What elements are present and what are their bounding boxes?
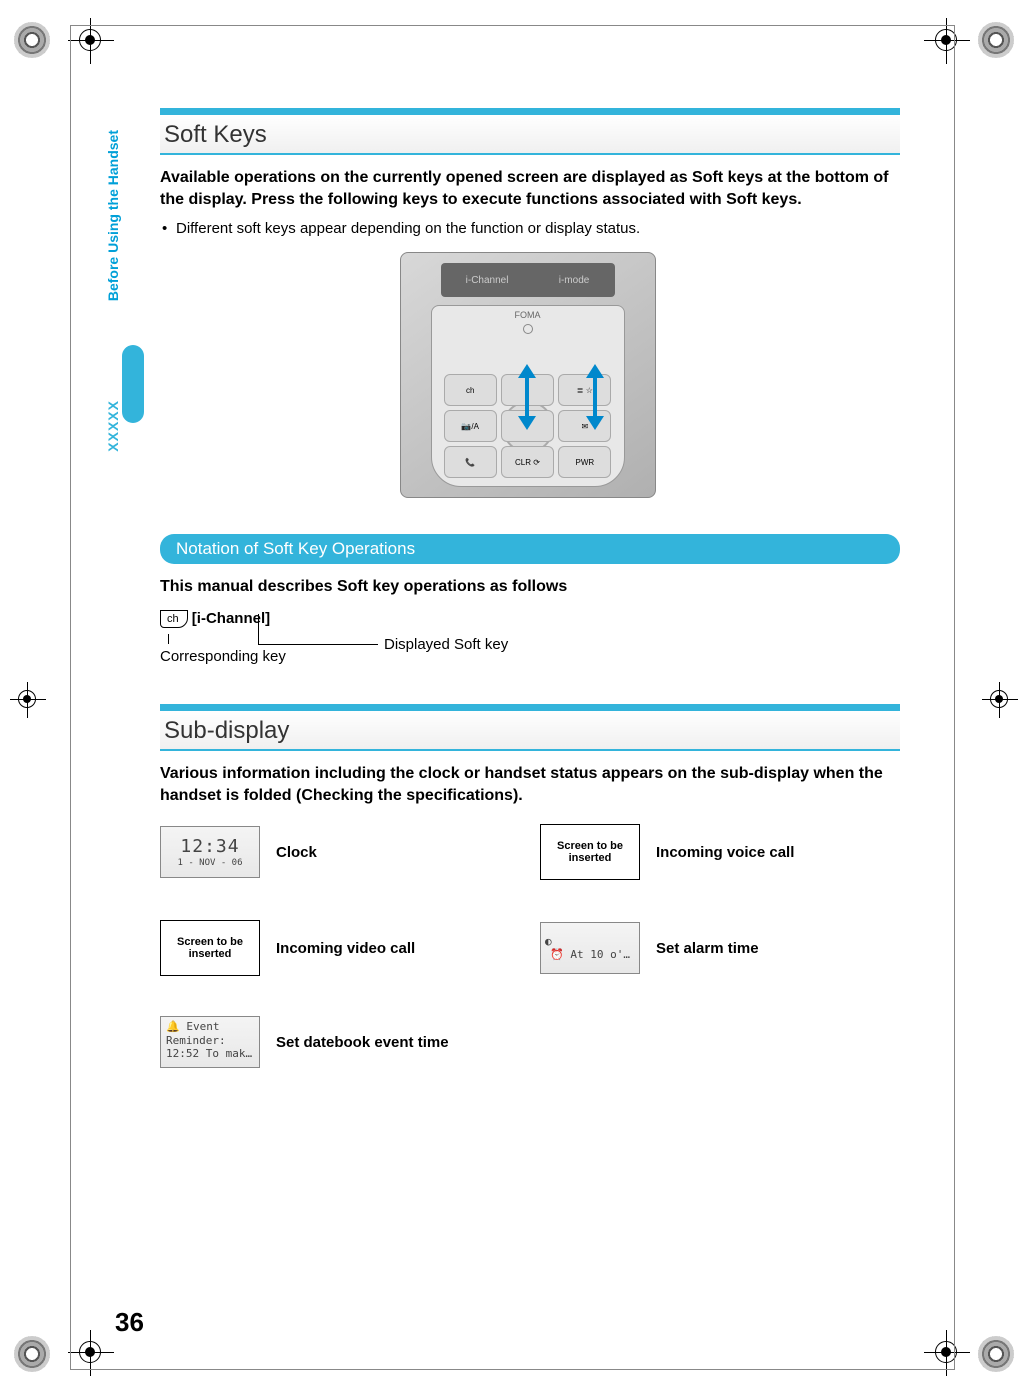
crop-mark-side [982,682,1018,718]
soft-keys-intro: Available operations on the currently op… [160,167,900,210]
label-datebook: Set datebook event time [276,1034,449,1051]
handset-screen: i-Channel i-mode [441,263,615,297]
page-number: 36 [115,1307,144,1338]
section-divider [160,108,900,115]
handset-brand: FOMA [432,306,624,320]
example-physical-key: ch [160,610,188,628]
event-line1: Event [186,1020,219,1033]
key-camera: 📷/A [444,410,497,442]
section-title-soft-keys: Soft Keys [160,115,900,155]
event-line3: 12:52 To mak… [166,1047,252,1060]
chapter-side-label: Before Using the Handset [105,130,121,301]
chapter-side-tab [122,345,144,423]
subsection-heading-notation: Notation of Soft Key Operations [160,534,900,564]
key-call: 📞 [444,446,497,478]
example-alarm: ◐ ⏰ At 10 o'… Set alarm time [540,922,890,974]
registration-mark [978,1336,1014,1372]
soft-keys-bullet: Different soft keys appear depending on … [160,220,895,237]
key-clr: CLR ⟳ [501,446,554,478]
datebook-display-image: 🔔 Event Reminder: 12:52 To mak… [160,1016,260,1068]
example-voice-call: Screen to be inserted Incoming voice cal… [540,824,890,880]
label-voice-call: Incoming voice call [656,844,794,861]
key-power: PWR [558,446,611,478]
notation-intro: This manual describes Soft key operation… [160,578,895,596]
registration-mark [978,22,1014,58]
alarm-display-image: ◐ ⏰ At 10 o'… [540,922,640,974]
crop-mark-side [10,682,46,718]
label-alarm: Set alarm time [656,940,759,957]
arrow-softkey-right [588,364,602,430]
section-divider [160,704,900,711]
arrow-softkey-left [520,364,534,430]
label-video-call: Incoming video call [276,940,415,957]
placeholder-box: Screen to be inserted [160,920,260,976]
handset-body: FOMA ch ≣ ☆ 📷/A ✉ 📞 CLR ⟳ PWR [431,305,625,487]
camera-icon [523,324,533,334]
alarm-clock-icon: ⏰ [550,948,564,961]
example-datebook: 🔔 Event Reminder: 12:52 To mak… Set date… [160,1016,510,1068]
registration-mark [14,1336,50,1372]
sub-display-intro: Various information including the clock … [160,763,900,806]
alarm-text: At 10 o'… [570,948,630,961]
label-clock: Clock [276,844,317,861]
soft-key-right: ≣ ☆ [558,374,611,406]
clock-date: 1 - NOV - 06 [177,858,242,869]
softkey-right-label: i-mode [559,275,590,286]
bell-icon: 🔔 [166,1020,180,1033]
page-content: Soft Keys Available operations on the cu… [160,108,895,1108]
leader-corresponding-key: Corresponding key [160,648,286,665]
sub-display-examples: 12:34 1 - NOV - 06 Clock Screen to be in… [160,824,900,1068]
example-clock: 12:34 1 - NOV - 06 Clock [160,826,510,878]
registration-mark [14,22,50,58]
leader-displayed-soft-key: Displayed Soft key [384,636,508,653]
softkey-left-label: i-Channel [466,275,509,286]
clock-time: 12:34 [180,836,239,858]
clock-display-image: 12:34 1 - NOV - 06 [160,826,260,878]
event-line2: Reminder: [166,1034,226,1047]
example-video-call: Screen to be inserted Incoming video cal… [160,920,510,976]
chapter-side-marker: XXXXX [105,400,121,452]
placeholder-box: Screen to be inserted [540,824,640,880]
notation-example: ch [i-Channel] [160,610,895,628]
soft-key-left: ch [444,374,497,406]
notation-leader-lines: Corresponding key Displayed Soft key [160,632,895,656]
section-title-sub-display: Sub-display [160,711,900,751]
handset-illustration: i-Channel i-mode FOMA ch ≣ ☆ 📷/A ✉ 📞 CLR… [400,252,656,498]
